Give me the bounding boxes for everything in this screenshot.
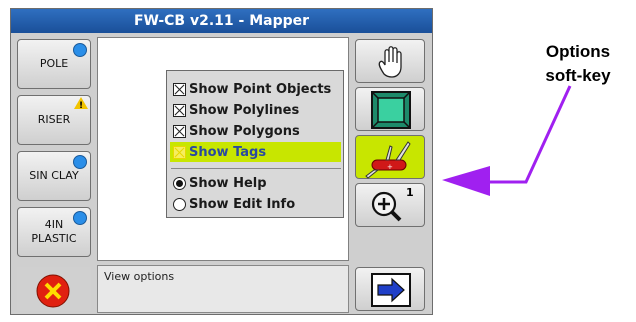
callout-arrow xyxy=(442,85,572,196)
arrow-head-icon xyxy=(442,166,490,196)
